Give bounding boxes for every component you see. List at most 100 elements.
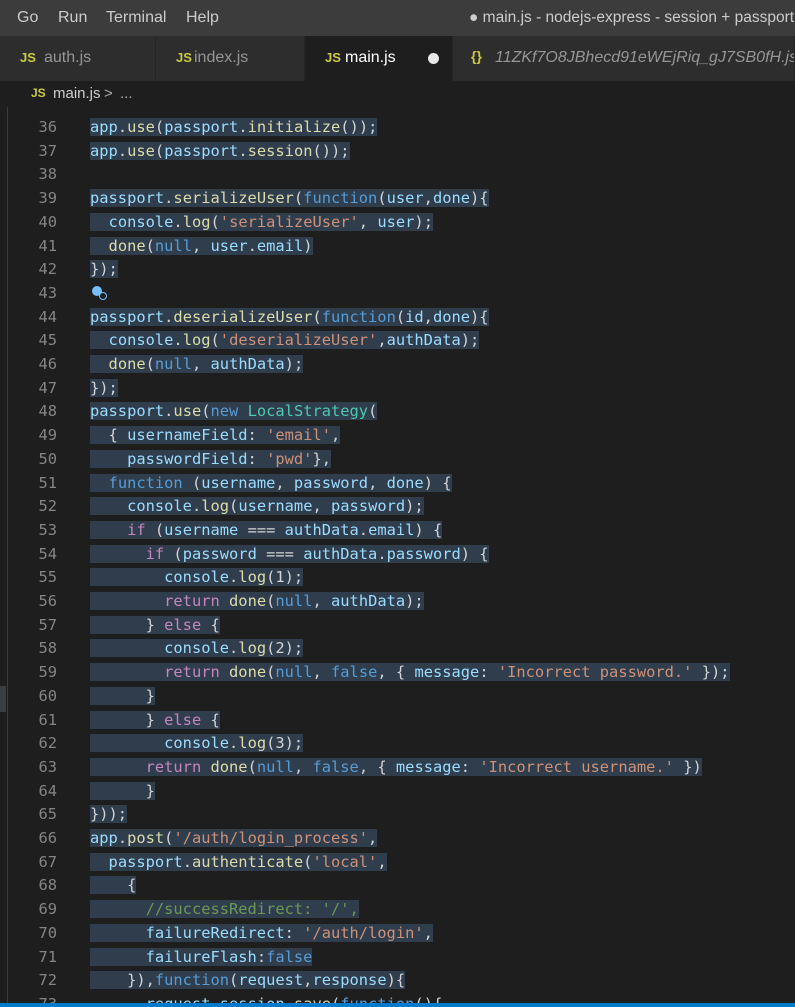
breadcrumb-symbols[interactable]: ...: [120, 85, 133, 102]
line-number: 70: [38, 923, 57, 942]
code-line[interactable]: 55 console.log(1);: [0, 566, 795, 589]
menu-terminal[interactable]: Terminal: [106, 9, 166, 27]
breadcrumb: JS main.js > ...: [0, 81, 795, 107]
code-line[interactable]: 59 return done(null, false, { message: '…: [0, 661, 795, 684]
line-number: 60: [38, 686, 57, 705]
unsaved-changes-dot-icon[interactable]: [428, 53, 439, 64]
code-line[interactable]: 48 passport.use(new LocalStrategy(: [0, 400, 795, 423]
code-line[interactable]: 69 //successRedirect: '/',: [0, 898, 795, 921]
code-line[interactable]: 56 return done(null, authData);: [0, 590, 795, 613]
code-line[interactable]: 45 console.log('deserializeUser',authDat…: [0, 329, 795, 352]
line-number: 36: [38, 118, 57, 136]
tab-auth-js[interactable]: JS auth.js: [0, 36, 156, 81]
code-text: if (password === authData.password) {: [90, 543, 489, 566]
tab-bar: JS auth.js JS index.js JS main.js {} 11Z…: [0, 36, 795, 81]
code-text: }));: [90, 805, 128, 824]
line-number: 52: [38, 497, 57, 516]
line-number: 46: [38, 355, 57, 373]
code-text: return done(null, false, { message: 'Inc…: [90, 661, 730, 684]
breadcrumb-file[interactable]: main.js: [53, 85, 101, 102]
code-text: app.use(passport.session());: [90, 141, 350, 160]
code-line[interactable]: 64 }: [0, 780, 795, 803]
line-number: 49: [38, 426, 57, 445]
code-text: if (username === authData.email) {: [90, 519, 443, 542]
code-text: console.log(username, password);: [90, 495, 424, 518]
line-number: 51: [38, 473, 57, 492]
code-line[interactable]: 36 app.use(passport.initialize());: [0, 116, 795, 139]
line-number: 62: [38, 734, 57, 753]
code-text: console.log(1);: [90, 566, 304, 589]
line-number: 48: [38, 402, 57, 421]
line-number: 40: [38, 212, 57, 231]
code-line[interactable]: 61 } else {: [0, 709, 795, 732]
code-line[interactable]: 51 function (username, password, done) {: [0, 472, 795, 495]
code-editor[interactable]: 36 app.use(passport.initialize()); 37 app.u…: [0, 107, 795, 1007]
line-number: 66: [38, 829, 57, 847]
code-text: function (username, password, done) {: [90, 472, 452, 495]
code-text: }: [90, 781, 155, 800]
code-text: //successRedirect: '/',: [90, 898, 359, 921]
code-line[interactable]: 58 console.log(2);: [0, 637, 795, 660]
line-number: 71: [38, 947, 57, 966]
code-text: app.use(passport.initialize());: [90, 118, 378, 136]
code-line[interactable]: 52 console.log(username, password);: [0, 495, 795, 518]
code-line[interactable]: 44 passport.deserializeUser(function(id,d…: [0, 306, 795, 329]
line-number: 63: [38, 757, 57, 776]
code-line[interactable]: 70 failureRedirect: '/auth/login',: [0, 922, 795, 945]
code-text: return done(null, false, { message: 'Inc…: [90, 756, 702, 779]
code-line[interactable]: 60 }: [0, 685, 795, 708]
code-line[interactable]: 39 passport.serializeUser(function(user,d…: [0, 187, 795, 210]
line-number: 43: [38, 283, 57, 302]
code-line[interactable]: 65}));: [0, 803, 795, 826]
code-text: passport.use(new LocalStrategy(: [90, 402, 378, 421]
javascript-file-icon: JS: [20, 50, 36, 65]
menu-go[interactable]: Go: [17, 9, 38, 27]
code-text: failureRedirect: '/auth/login',: [90, 922, 433, 945]
window-title: ● main.js - nodejs-express - session + p…: [469, 9, 795, 26]
code-line[interactable]: 62 console.log(3);: [0, 732, 795, 755]
code-line[interactable]: 41 done(null, user.email): [0, 235, 795, 258]
menu-help[interactable]: Help: [186, 9, 219, 27]
code-text: done(null, authData);: [90, 353, 304, 376]
code-line[interactable]: 72 }),function(request,response){: [0, 969, 795, 992]
code-line[interactable]: 40 console.log('serializeUser', user);: [0, 211, 795, 234]
code-line[interactable]: 50 passwordField: 'pwd'},: [0, 448, 795, 471]
javascript-file-icon: JS: [176, 50, 192, 65]
lightbulb-icon[interactable]: [92, 285, 107, 300]
code-line[interactable]: 66 app.post('/auth/login_process',: [0, 827, 795, 850]
code-line[interactable]: 38: [0, 163, 795, 186]
code-line[interactable]: 71 failureFlash:false: [0, 946, 795, 969]
javascript-file-icon: JS: [31, 86, 46, 100]
code-text: failureFlash:false: [90, 946, 313, 969]
line-number: 69: [38, 900, 57, 919]
code-line[interactable]: 68 {: [0, 874, 795, 897]
line-number: 61: [38, 710, 57, 729]
code-line[interactable]: 63 return done(null, false, { message: '…: [0, 756, 795, 779]
code-line[interactable]: 46 done(null, authData);: [0, 353, 795, 376]
code-line[interactable]: 37 app.use(passport.session());: [0, 140, 795, 163]
code-line[interactable]: 53 if (username === authData.email) {: [0, 519, 795, 542]
chevron-right-icon: >: [104, 85, 113, 102]
tab-label: main.js: [345, 49, 396, 66]
code-text: { usernameField: 'email',: [90, 426, 341, 445]
json-file-icon: {}: [471, 48, 482, 64]
status-bar: [0, 1003, 795, 1007]
code-line[interactable]: 57 } else {: [0, 614, 795, 637]
code-line[interactable]: 42});: [0, 258, 795, 281]
code-line[interactable]: 54 if (password === authData.password) {: [0, 543, 795, 566]
line-number: 44: [38, 307, 57, 326]
code-line[interactable]: 47});: [0, 377, 795, 400]
tab-main-js[interactable]: JS main.js: [305, 36, 453, 81]
line-number: 56: [38, 592, 57, 610]
menu-bar: Go Run Terminal Help ● main.js - nodejs-…: [0, 0, 795, 36]
code-line[interactable]: 67 passport.authenticate('local',: [0, 851, 795, 874]
tab-index-js[interactable]: JS index.js: [156, 36, 305, 81]
code-line[interactable]: 49 { usernameField: 'email',: [0, 424, 795, 447]
menu-run[interactable]: Run: [58, 9, 87, 27]
code-text: });: [90, 260, 118, 279]
line-number: 50: [38, 449, 57, 468]
line-number: 38: [38, 165, 57, 184]
code-text: });: [90, 378, 118, 397]
code-line[interactable]: 43: [0, 282, 795, 305]
tab-json-file[interactable]: {} 11ZKf7O8JBhecd91eWEjRiq_gJ7SB0fH.json: [453, 36, 795, 81]
